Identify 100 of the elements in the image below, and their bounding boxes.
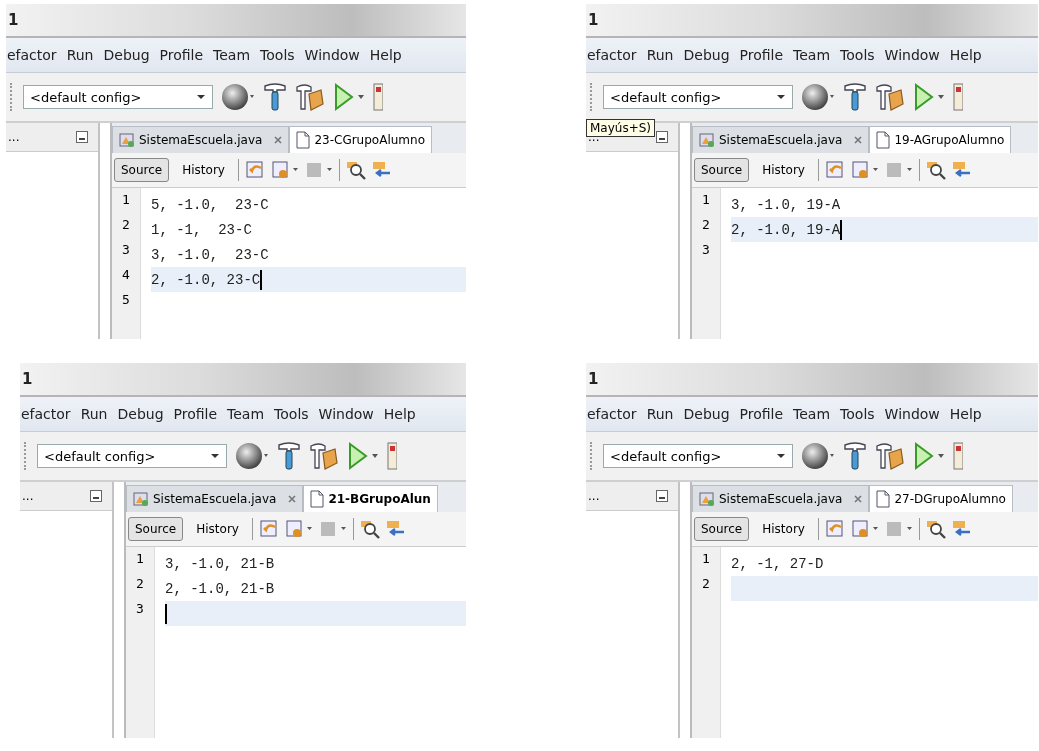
find-icon[interactable] [345,160,366,180]
close-icon[interactable] [288,495,297,503]
panel-tab[interactable]: ... [22,489,34,503]
menu-item[interactable]: Help [368,47,403,63]
minimize-icon[interactable] [656,490,668,502]
back-icon[interactable] [824,160,845,180]
view-toggle[interactable]: History [175,158,232,182]
run-icon[interactable] [333,82,365,112]
find-icon[interactable] [925,519,946,539]
file-tab[interactable]: 21-BGrupoAlun [303,485,438,512]
menu-item[interactable]: Help [948,406,983,422]
hammer-icon[interactable] [263,82,287,112]
close-icon[interactable] [274,136,283,144]
menu-item[interactable]: Run [65,47,95,63]
menu-item[interactable]: Window [317,406,375,422]
replace-icon[interactable] [951,160,972,180]
menu-item[interactable]: Team [226,406,266,422]
hammer-icon[interactable] [277,441,301,471]
hammer-icon[interactable] [843,441,867,471]
menu-item[interactable]: Tools [839,406,876,422]
menu-item[interactable]: efactor [586,406,638,422]
menu-item[interactable]: Profile [158,47,205,63]
window-title: 1 [21,370,33,388]
menu-item[interactable]: Profile [738,47,785,63]
view-toggle[interactable]: Source [114,158,170,182]
config-dropdown[interactable]: <default config> [603,444,793,468]
globe-icon[interactable] [235,441,269,471]
back-icon[interactable] [824,519,845,539]
file-tab[interactable]: 27-DGrupoAlumno [869,485,1013,512]
replace-icon[interactable] [371,160,392,180]
file-tab[interactable]: SistemaEscuela.java [112,126,290,153]
java-file-icon [699,132,715,148]
menu-item[interactable]: Run [645,406,675,422]
menu-item[interactable]: efactor [586,47,638,63]
broom-hammer-icon[interactable] [875,82,905,112]
line-number: 5 [121,292,131,309]
menu-item[interactable]: Window [303,47,361,63]
config-dropdown[interactable]: <default config> [37,444,227,468]
panel-tab[interactable]: ... [8,130,20,144]
line-number: 2 [701,217,711,234]
menu-item[interactable]: Debug [102,47,151,63]
view-toggle[interactable]: Source [694,517,750,541]
menu-item[interactable]: Team [792,406,832,422]
menu-item[interactable]: Window [883,47,941,63]
minimize-icon[interactable] [90,490,102,502]
menu-item[interactable]: Debug [682,47,731,63]
globe-icon[interactable] [801,441,835,471]
find-icon[interactable] [359,519,380,539]
menu-item[interactable]: Profile [172,406,219,422]
replace-icon[interactable] [951,519,972,539]
menu-item[interactable]: efactor [20,406,72,422]
run-icon[interactable] [347,441,379,471]
view-toggle[interactable]: History [189,517,246,541]
run-icon[interactable] [913,441,945,471]
close-icon[interactable] [854,136,863,144]
globe-icon[interactable] [221,82,255,112]
find-icon[interactable] [925,160,946,180]
menu-item[interactable]: Tools [839,47,876,63]
file-tab[interactable]: SistemaEscuela.java [692,485,870,512]
menu-item[interactable]: Window [883,406,941,422]
file-tab[interactable]: SistemaEscuela.java [126,485,304,512]
replace-icon[interactable] [385,519,406,539]
code-line: 3, -1.0, 19-A [731,196,841,213]
file-tab[interactable]: 19-AGrupoAlumno [869,126,1012,153]
broom-hammer-icon[interactable] [309,441,339,471]
menu-item[interactable]: Team [792,47,832,63]
toolbar-grip [10,83,15,111]
globe-icon[interactable] [801,82,835,112]
minimize-icon[interactable] [76,131,88,143]
menu-item[interactable]: Debug [116,406,165,422]
menu-item[interactable]: efactor [6,47,58,63]
hammer-icon[interactable] [843,82,867,112]
menu-item[interactable]: Run [79,406,109,422]
menu-item[interactable]: Profile [738,406,785,422]
menu-item[interactable]: Tools [273,406,310,422]
broom-hammer-icon[interactable] [875,441,905,471]
broom-hammer-icon[interactable] [295,82,325,112]
config-dropdown[interactable]: <default config> [603,85,793,109]
back-icon[interactable] [258,519,279,539]
panel-tab[interactable]: ... [588,489,600,503]
menu-item[interactable]: Debug [682,406,731,422]
close-icon[interactable] [854,495,863,503]
back-icon[interactable] [244,160,265,180]
view-toggle[interactable]: Source [128,517,184,541]
config-dropdown[interactable]: <default config> [23,85,213,109]
menu-item[interactable]: Help [382,406,417,422]
file-icon [876,490,891,508]
menu-item[interactable]: Team [212,47,252,63]
run-icon[interactable] [913,82,945,112]
menu-item[interactable]: Run [645,47,675,63]
file-tab[interactable]: 23-CGrupoAlumno [289,126,432,153]
dropdown-arrow-icon [776,94,786,100]
file-icon [296,131,311,149]
view-toggle[interactable]: History [755,517,812,541]
minimize-icon[interactable] [656,131,668,143]
file-tab[interactable]: SistemaEscuela.java [692,126,870,153]
menu-item[interactable]: Help [948,47,983,63]
menu-item[interactable]: Tools [259,47,296,63]
view-toggle[interactable]: History [755,158,812,182]
view-toggle[interactable]: Source [694,158,750,182]
